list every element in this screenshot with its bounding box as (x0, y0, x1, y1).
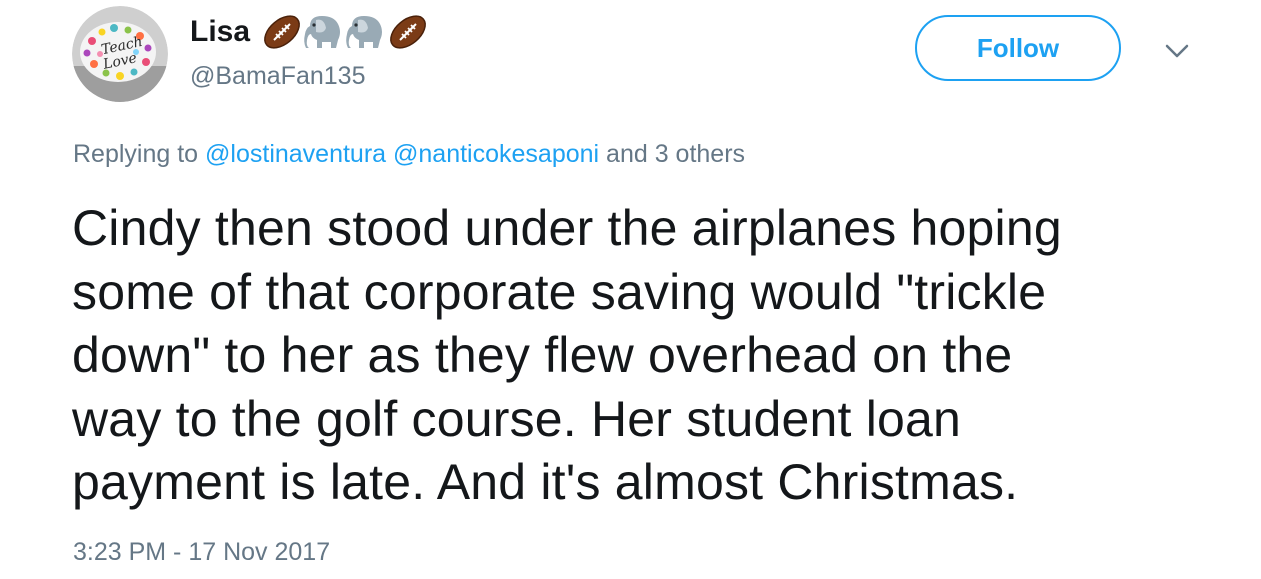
display-name[interactable]: Lisa (190, 15, 250, 49)
avatar-image: Teach Love (72, 6, 168, 102)
elephant-icon (344, 12, 388, 52)
tweet-card: Teach Love Lisa @BamaFan135 Follow Reply… (0, 0, 1261, 579)
american-football-icon (386, 12, 430, 52)
avatar[interactable]: Teach Love (72, 6, 168, 102)
chevron-down-icon[interactable] (1160, 38, 1194, 64)
elephant-icon (302, 12, 346, 52)
tweet-timestamp[interactable]: 3:23 PM - 17 Nov 2017 (73, 538, 330, 567)
user-handle[interactable]: @BamaFan135 (190, 62, 365, 91)
tweet-text: Cindy then stood under the airplanes hop… (72, 200, 1062, 510)
follow-button-label: Follow (976, 32, 1060, 63)
replying-to: Replying to @lostinaventura @nanticokesa… (73, 140, 745, 169)
mention-link-nanticokesaponi[interactable]: @nanticokesaponi (393, 140, 599, 168)
mention-link-lostinaventura[interactable]: @lostinaventura (205, 140, 386, 168)
name-row: Lisa (190, 8, 428, 56)
american-football-icon (260, 12, 304, 52)
replying-to-prefix: Replying to (73, 140, 199, 168)
replying-to-others[interactable]: and 3 others (606, 140, 745, 168)
follow-button[interactable]: Follow (915, 15, 1121, 81)
